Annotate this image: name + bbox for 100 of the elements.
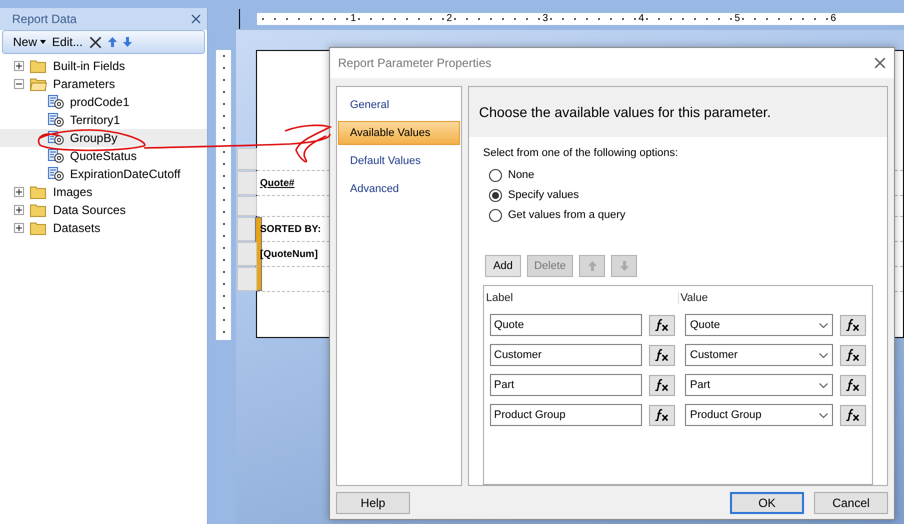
folder-icon [30,186,47,198]
open-folder-icon [30,78,47,90]
page-list-item[interactable]: Advanced [338,177,460,201]
tree-item[interactable]: Parameters [53,77,116,91]
up-arrow-icon [588,261,596,271]
add-button[interactable]: Add [485,255,521,277]
expression-button[interactable] [649,314,675,336]
chevron-icon [819,322,828,328]
caret-icon [40,40,46,44]
delete-icon[interactable] [88,36,102,48]
expand-icon[interactable] [14,223,24,233]
parameter-icon [48,95,64,109]
folder-icon [30,222,47,234]
expression-button[interactable] [649,374,675,396]
tree-item[interactable]: Datasets [53,221,100,235]
panel-title: Report Data [12,12,77,26]
value-dropdown[interactable]: Product Group [685,404,833,426]
tree-item[interactable]: QuoteStatus [70,149,137,163]
function-icon [846,349,860,361]
section-heading: Choose the available values for this parameter. [469,87,887,137]
tree-item[interactable]: Data Sources [53,203,126,217]
function-icon [655,379,669,391]
radio-button[interactable] [489,188,502,202]
label-field[interactable]: Quote [490,314,642,336]
tree-item[interactable]: Built-in Fields [53,59,126,73]
collapse-icon[interactable] [14,79,24,89]
ruler-number: 5 [732,14,742,24]
dialog-button[interactable]: OK [730,492,804,514]
expand-icon[interactable] [14,187,24,197]
parameter-icon [48,131,64,145]
help-button[interactable]: Help [336,492,410,514]
expression-button[interactable] [840,314,866,336]
chevron-icon [819,382,828,388]
expression-button[interactable] [649,344,675,366]
radio-label: Get values from a query [508,209,626,221]
tree-item[interactable]: GroupBy [70,131,118,145]
folder-icon [30,60,47,72]
tree-item[interactable]: ExpirationDateCutoff [70,167,181,181]
function-icon [655,319,669,331]
ruler-edge [239,9,240,29]
page-list-item[interactable]: Default Values [338,149,460,173]
radio-button[interactable] [489,168,502,182]
page-list-item[interactable]: General [338,93,460,117]
ruler-number: 4 [636,14,646,24]
label-field[interactable]: Part [490,374,642,396]
function-icon [655,409,669,421]
row-handle [237,242,257,266]
expand-icon[interactable] [14,61,24,71]
radio-label: None [508,169,534,181]
tree-item-row[interactable]: GroupBy [0,129,207,147]
column-header-text: Quote# [259,178,294,188]
options-prompt: Select from one of the following options: [483,147,680,159]
function-icon [846,319,860,331]
tree-item[interactable]: Images [53,185,92,199]
value-dropdown[interactable]: Quote [685,314,833,336]
close-icon[interactable] [191,14,201,24]
move-down-icon [122,37,132,47]
value-dropdown[interactable]: Part [685,374,833,396]
dialog-button[interactable]: Cancel [814,492,888,514]
radio-button[interactable] [489,208,502,222]
tree-item-row[interactable]: ExpirationDateCutoff [0,165,207,183]
ruler-number: 2 [444,14,454,24]
expand-icon[interactable] [14,205,24,215]
row-handle [237,171,257,195]
tree-item[interactable]: Territory1 [70,113,120,127]
folder-icon [30,204,47,216]
row-handle [237,267,257,291]
column-header: Label [484,292,678,304]
ruler-number: 1 [348,14,358,24]
parameter-icon [48,149,64,163]
value-dropdown[interactable]: Customer [685,344,833,366]
expression-button[interactable] [840,344,866,366]
function-icon [655,349,669,361]
new-menu-button[interactable]: New [13,35,46,49]
chevron-icon [819,412,828,418]
expression-button[interactable] [840,374,866,396]
column-header: Value [680,292,709,304]
parameter-icon [48,167,64,181]
tree-item-row[interactable]: prodCode1 [0,93,207,111]
dialog-title: Report Parameter Properties [338,56,492,70]
function-icon [846,379,860,391]
label-field[interactable]: Customer [490,344,642,366]
page-list-item[interactable]: Available Values [338,121,460,145]
close-icon[interactable] [874,57,886,69]
tree-item[interactable]: prodCode1 [70,95,130,109]
edit-button[interactable]: Edit... [52,35,83,49]
row-handle [237,217,257,241]
parameter-icon [48,113,64,127]
label-field[interactable]: Product Group [490,404,642,426]
expression-button[interactable] [649,404,675,426]
function-icon [846,409,860,421]
chevron-icon [819,352,828,358]
tree-item-row[interactable]: QuoteStatus [0,147,207,165]
row-handle [237,148,257,170]
move-up-icon [108,37,117,47]
ruler-number: 3 [540,14,550,24]
expression-button[interactable] [840,404,866,426]
tree-item-row[interactable]: Territory1 [0,111,207,129]
down-arrow-icon [620,261,628,271]
row-handle [237,196,257,216]
